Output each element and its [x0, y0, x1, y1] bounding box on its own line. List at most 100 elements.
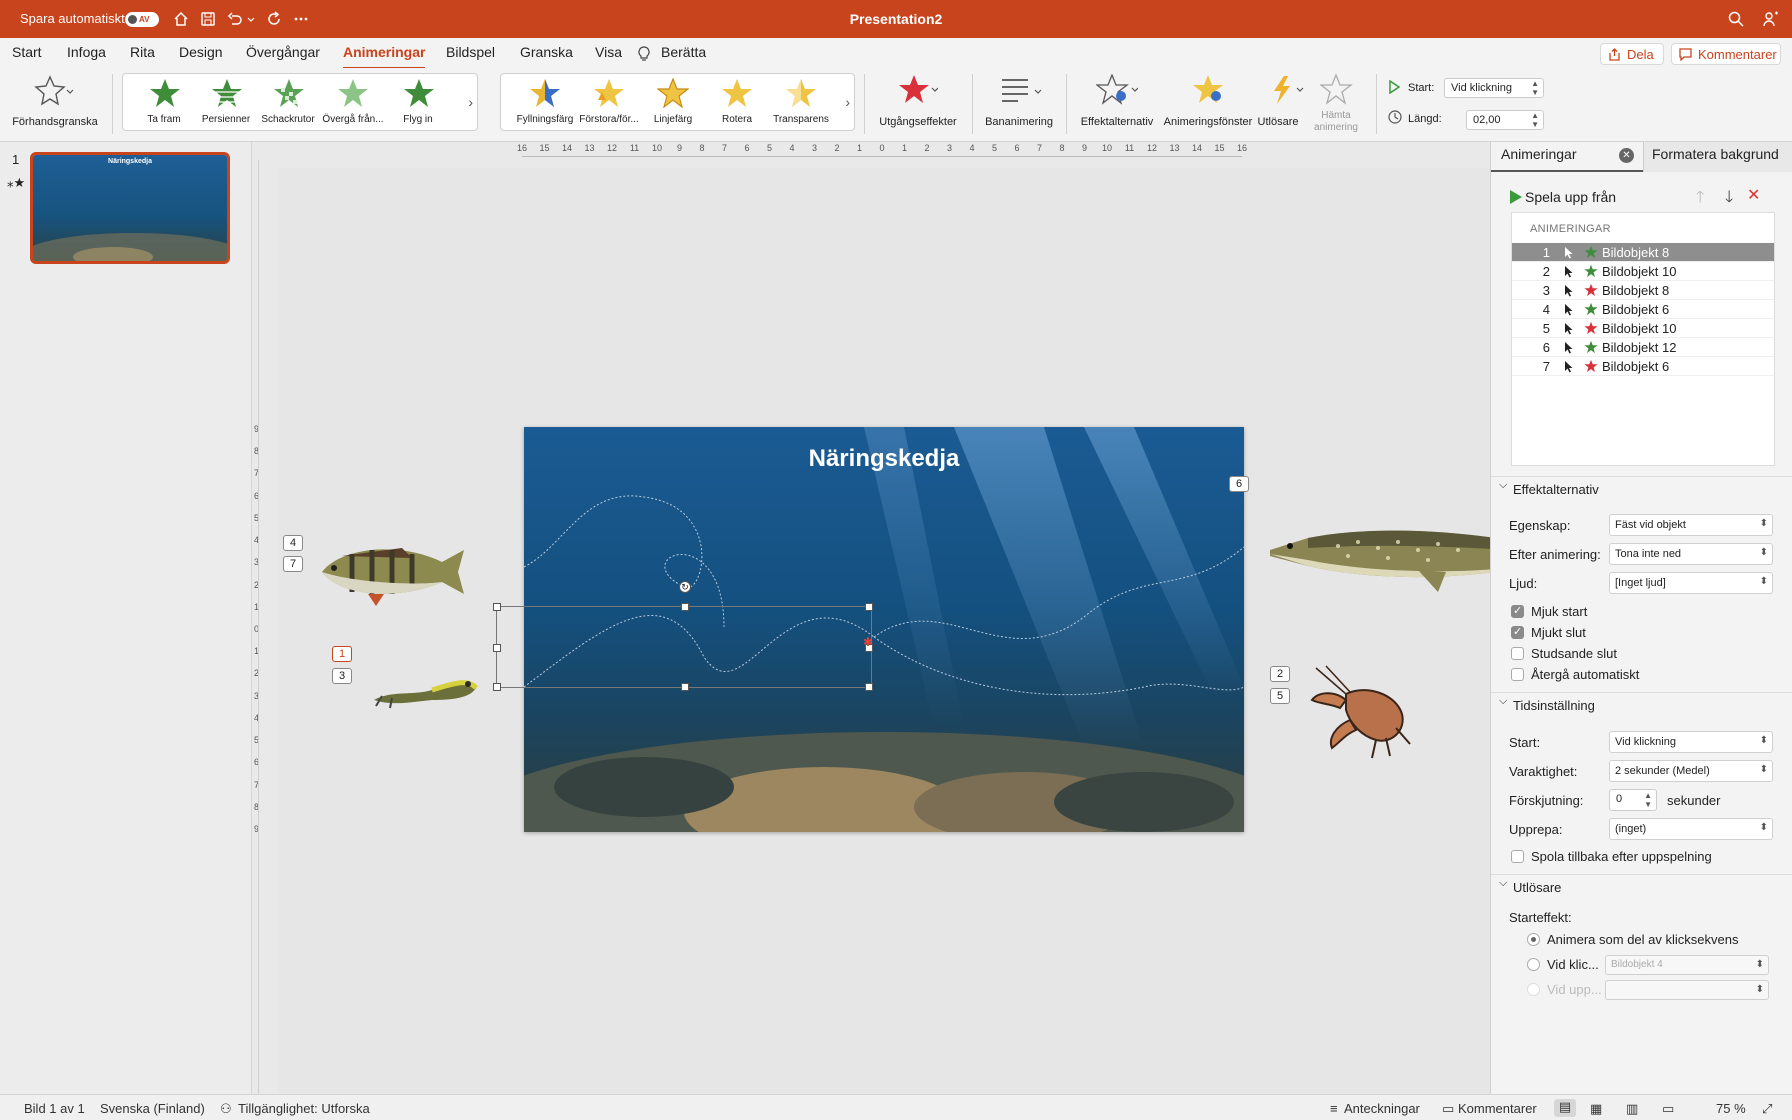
smooth-end-checkbox[interactable]: [1511, 625, 1524, 639]
section-effect-options[interactable]: Effektalternativ: [1491, 476, 1792, 500]
effect-persienner[interactable]: Persienner: [195, 76, 257, 128]
fit-to-window-icon[interactable]: ⤢: [1762, 1101, 1772, 1117]
preview-button[interactable]: Förhandsgranska: [8, 74, 102, 134]
trigger-button[interactable]: Utlösare: [1256, 74, 1308, 134]
resize-handle[interactable]: [493, 644, 501, 652]
selected-motion-path[interactable]: ↻ ✱: [493, 581, 873, 691]
tab-beratta[interactable]: Berätta: [661, 44, 706, 60]
perch-image[interactable]: [312, 536, 466, 608]
bounce-end-checkbox[interactable]: [1511, 647, 1524, 660]
delay-input[interactable]: 0 ▲ ▼: [1609, 789, 1657, 811]
section-timing[interactable]: Tidsinställning: [1491, 692, 1792, 716]
radio-on-click[interactable]: [1527, 958, 1540, 971]
comments-button[interactable]: Kommentarer: [1671, 43, 1781, 65]
anim-tag-crayfish-2[interactable]: 2: [1270, 666, 1290, 682]
effect-fyllningsfarg[interactable]: Fyllningsfärg: [513, 76, 577, 128]
animation-pane-button[interactable]: Animeringsfönster: [1162, 74, 1254, 134]
effect-rotera[interactable]: Rotera: [705, 76, 769, 128]
anim-tag-crayfish-5[interactable]: 5: [1270, 688, 1290, 704]
play-from-button[interactable]: Spela upp från: [1509, 188, 1629, 208]
slide-title[interactable]: Näringskedja: [524, 445, 1244, 473]
anim-tag-perch-7[interactable]: 7: [283, 556, 303, 572]
slide-thumbnail[interactable]: Näringskedja: [30, 152, 230, 264]
effect-flyg-in[interactable]: Flyg in: [387, 76, 449, 128]
comments-status-button[interactable]: Kommentarer: [1458, 1101, 1537, 1116]
account-icon[interactable]: [1762, 10, 1780, 28]
accessibility-status[interactable]: Tillgänglighet: Utforska: [238, 1101, 370, 1116]
resize-handle[interactable]: [681, 683, 689, 691]
on-click-object-select[interactable]: Bildobjekt 4: [1605, 955, 1769, 975]
effect-forstora[interactable]: Förstora/för...: [577, 76, 641, 128]
tab-overgangar[interactable]: Övergångar: [246, 44, 320, 60]
tab-visa[interactable]: Visa: [595, 44, 622, 60]
move-down-icon[interactable]: 🡓: [1725, 186, 1733, 213]
anim-tag-perch-4[interactable]: 4: [283, 535, 303, 551]
animation-list-item[interactable]: 7 Bildobjekt 6: [1512, 357, 1774, 376]
tab-animeringar[interactable]: Animeringar: [343, 44, 426, 70]
remove-animation-icon[interactable]: ✕: [1747, 185, 1760, 205]
rewind-checkbox[interactable]: [1511, 850, 1524, 863]
animation-list-item[interactable]: 3 Bildobjekt 8: [1512, 281, 1774, 300]
animation-list-item[interactable]: 1 Bildobjekt 8: [1512, 243, 1774, 262]
anim-tag-larva-3[interactable]: 3: [332, 668, 352, 684]
search-icon[interactable]: [1727, 10, 1745, 28]
larva-image[interactable]: [372, 670, 480, 710]
animation-list-item[interactable]: 4 Bildobjekt 6: [1512, 300, 1774, 319]
effect-schackrutor[interactable]: Schackrutor: [257, 76, 319, 128]
notes-button[interactable]: Anteckningar: [1344, 1101, 1420, 1116]
exit-effects-button[interactable]: Utgångseffekter: [872, 74, 964, 134]
timing-start-select[interactable]: Vid klickning: [1609, 731, 1773, 753]
tab-bildspel[interactable]: Bildspel: [446, 44, 495, 60]
effect-transparens[interactable]: Transparens: [769, 76, 833, 128]
rotate-handle-icon[interactable]: ↻: [679, 581, 691, 593]
effect-overga-fran[interactable]: Övergå från...: [319, 76, 387, 128]
crayfish-image[interactable]: [1306, 664, 1418, 760]
resize-handle[interactable]: [865, 603, 873, 611]
resize-handle[interactable]: [493, 683, 501, 691]
repeat-select[interactable]: (inget): [1609, 818, 1773, 840]
auto-reverse-checkbox[interactable]: [1511, 668, 1524, 681]
tab-infoga[interactable]: Infoga: [67, 44, 106, 60]
pike-image[interactable]: [1268, 520, 1490, 600]
resize-handle[interactable]: [865, 683, 873, 691]
smooth-start-checkbox[interactable]: [1511, 604, 1524, 618]
resize-handle[interactable]: [493, 603, 501, 611]
move-up-icon[interactable]: 🡑: [1696, 186, 1704, 213]
slideshow-icon[interactable]: ▭: [1662, 1101, 1674, 1117]
duration-select[interactable]: 2 sekunder (Medel): [1609, 760, 1773, 782]
gallery-next-icon[interactable]: ›: [468, 94, 473, 110]
animation-list-item[interactable]: 6 Bildobjekt 12: [1512, 338, 1774, 357]
tab-start[interactable]: Start: [12, 44, 42, 60]
stepper-icon[interactable]: ▲ ▼: [1531, 111, 1539, 129]
delay-stepper-icon[interactable]: ▲ ▼: [1644, 791, 1652, 809]
animation-list-item[interactable]: 2 Bildobjekt 10: [1512, 262, 1774, 281]
anim-tag-pike-6[interactable]: 6: [1229, 476, 1249, 492]
zoom-level[interactable]: 75 %: [1716, 1101, 1746, 1116]
animation-list-item[interactable]: 5 Bildobjekt 10: [1512, 319, 1774, 338]
emphasis-gallery-next-icon[interactable]: ›: [845, 94, 850, 110]
tab-granska[interactable]: Granska: [520, 44, 573, 60]
slide-sorter-icon[interactable]: ▦: [1590, 1101, 1602, 1117]
share-button[interactable]: Dela: [1600, 43, 1664, 65]
radio-on-play[interactable]: [1527, 983, 1540, 996]
effect-options-button[interactable]: Effektalternativ: [1076, 74, 1158, 134]
after-animation-select[interactable]: Tona inte ned: [1609, 543, 1773, 565]
language-status[interactable]: Svenska (Finland): [100, 1101, 205, 1116]
property-select[interactable]: Fäst vid objekt: [1609, 514, 1773, 536]
motion-path-button[interactable]: Bananimering: [980, 74, 1058, 134]
tab-design[interactable]: Design: [179, 44, 223, 60]
fetch-animation-button[interactable]: Hämta animering: [1310, 74, 1362, 140]
ribbon-duration-input[interactable]: 02,00 ▲ ▼: [1466, 110, 1544, 130]
on-play-select[interactable]: [1605, 980, 1769, 1000]
normal-view-icon[interactable]: ▤: [1554, 1099, 1576, 1117]
ribbon-start-select[interactable]: Vid klickning ▲ ▼: [1444, 78, 1544, 98]
tab-rita[interactable]: Rita: [130, 44, 155, 60]
close-pane-icon[interactable]: ✕: [1619, 148, 1634, 163]
effect-ta-fram[interactable]: Ta fram: [133, 76, 195, 128]
radio-click-sequence[interactable]: [1527, 933, 1540, 946]
sound-select[interactable]: [Inget ljud]: [1609, 572, 1773, 594]
resize-handle[interactable]: [681, 603, 689, 611]
anim-tag-larva-1[interactable]: 1: [332, 646, 352, 662]
tab-format-background[interactable]: Formatera bakgrund: [1643, 142, 1792, 172]
tab-animeringar-pane[interactable]: Animeringar ✕: [1491, 142, 1643, 172]
